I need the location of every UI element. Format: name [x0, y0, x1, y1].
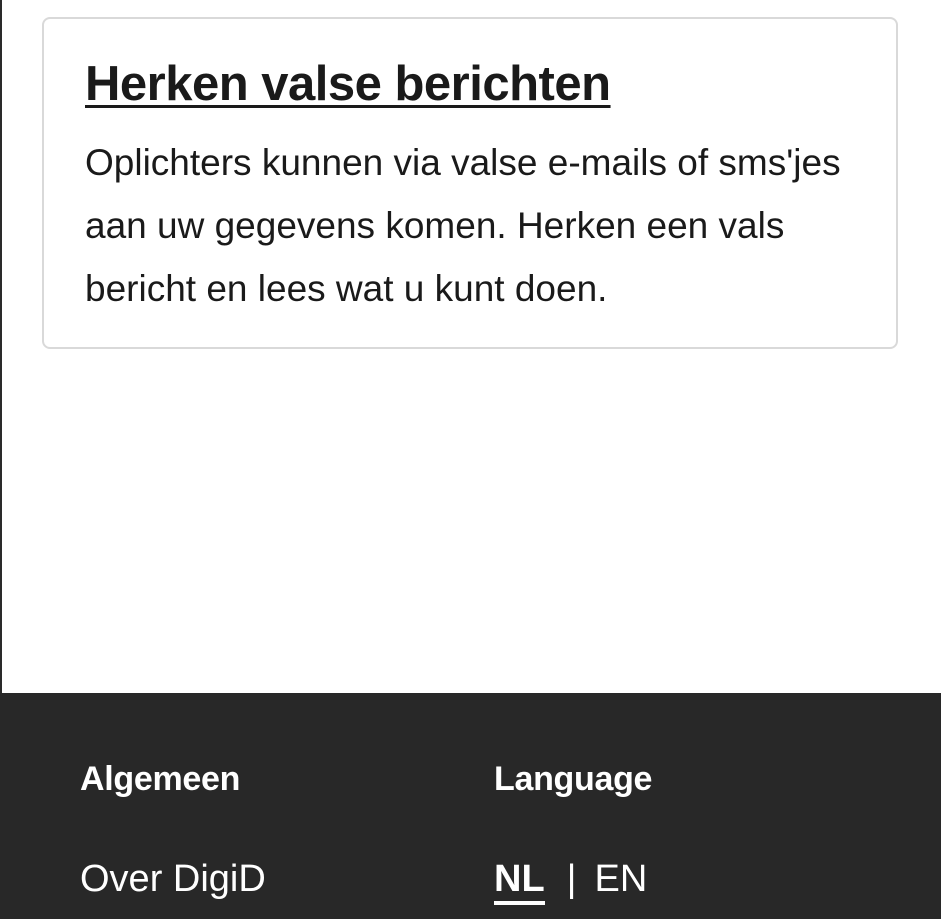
footer-heading-language: Language — [494, 760, 653, 798]
language-separator: | — [566, 858, 577, 900]
language-option-nl[interactable]: NL — [494, 857, 545, 905]
left-border — [0, 0, 2, 693]
language-option-en[interactable]: EN — [595, 855, 648, 903]
footer-column-language: Language NL | EN — [494, 755, 652, 905]
footer-column-general: Algemeen Over DigiD — [80, 755, 266, 903]
language-switcher: NL | EN — [494, 855, 652, 905]
card-description: Oplichters kunnen via valse e-mails of s… — [85, 142, 841, 309]
page: Herken valse berichten Oplichters kunnen… — [0, 0, 941, 919]
footer-heading-general: Algemeen — [80, 760, 241, 798]
footer: Algemeen Over DigiD Language NL | EN — [0, 693, 941, 919]
footer-link-over-digid[interactable]: Over DigiD — [80, 855, 266, 903]
info-card: Herken valse berichten Oplichters kunnen… — [42, 17, 898, 349]
card-title-link[interactable]: Herken valse berichten — [85, 55, 611, 113]
